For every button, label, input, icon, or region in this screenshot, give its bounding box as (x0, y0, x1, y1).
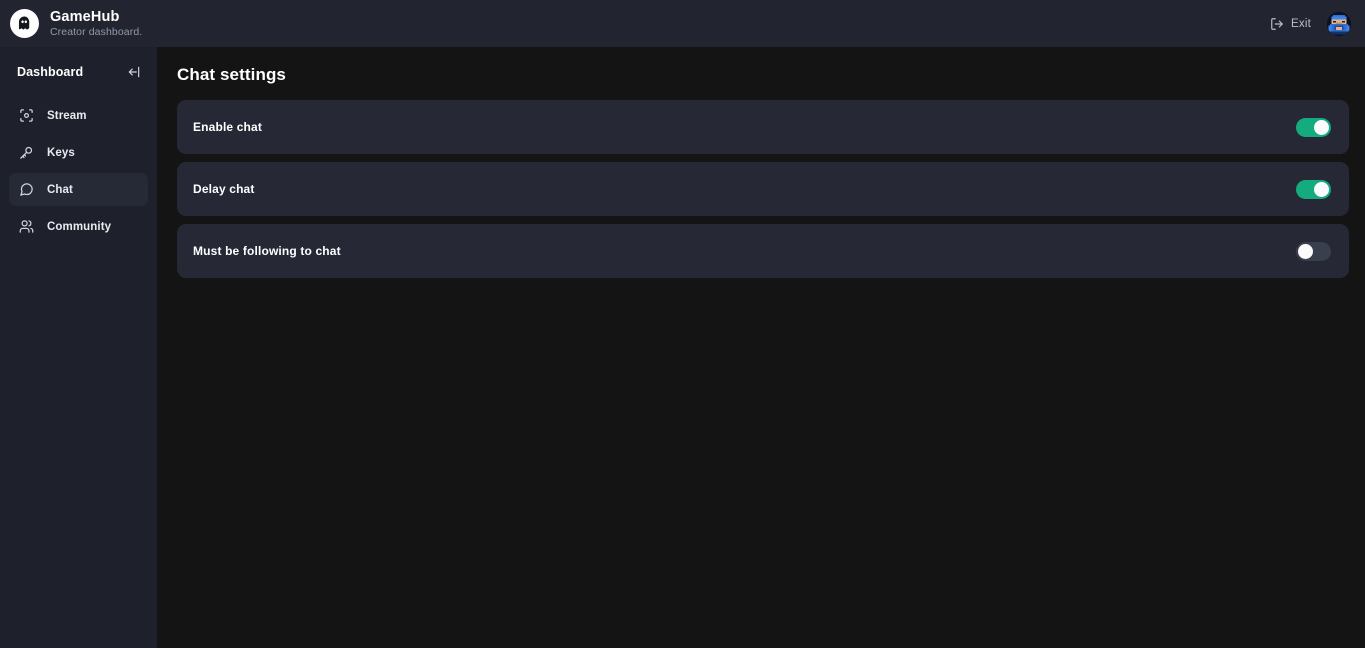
sidebar-item-label: Community (47, 220, 112, 233)
chat-settings-list: Enable chat Delay chat Must be following… (177, 100, 1349, 278)
main-content: Chat settings Enable chat Delay chat Mus… (157, 47, 1365, 648)
users-icon (19, 219, 34, 234)
page-title: Chat settings (177, 65, 286, 84)
sidebar-item-stream[interactable]: Stream (9, 99, 148, 132)
exit-button[interactable]: Exit (1268, 14, 1313, 34)
collapse-sidebar-icon[interactable] (125, 63, 143, 81)
key-icon (19, 145, 34, 160)
sidebar-item-community[interactable]: Community (9, 210, 148, 243)
toggle-enable-chat[interactable] (1296, 117, 1331, 137)
ghost-logo-icon (10, 9, 39, 38)
setting-row-must-be-following: Must be following to chat (177, 224, 1349, 278)
logout-icon (1270, 17, 1284, 31)
setting-row-delay-chat: Delay chat (177, 162, 1349, 216)
message-bubble-icon (19, 182, 34, 197)
brand: GameHub Creator dashboard. (10, 9, 142, 39)
setting-label: Delay chat (193, 182, 255, 196)
sidebar-header: Dashboard (9, 57, 148, 87)
top-bar: GameHub Creator dashboard. Exit (0, 0, 1365, 47)
toggle-knob (1314, 181, 1329, 197)
sidebar-item-label: Chat (47, 183, 73, 196)
focus-scan-icon (19, 108, 34, 123)
setting-row-enable-chat: Enable chat (177, 100, 1349, 154)
user-avatar-pixelart[interactable] (1327, 11, 1351, 36)
sidebar-item-keys[interactable]: Keys (9, 136, 148, 169)
sidebar-item-chat[interactable]: Chat (9, 173, 148, 206)
top-bar-actions: Exit (1268, 11, 1351, 36)
sidebar-item-label: Stream (47, 109, 87, 122)
setting-label: Enable chat (193, 120, 263, 134)
toggle-must-be-following[interactable] (1296, 241, 1331, 261)
setting-label: Must be following to chat (193, 244, 341, 258)
toggle-knob (1298, 243, 1313, 259)
sidebar: Dashboard Stream Keys Chat Community (0, 47, 157, 648)
app-title: GameHub (50, 8, 120, 25)
brand-text: GameHub Creator dashboard. (50, 9, 142, 39)
toggle-knob (1314, 119, 1329, 135)
app-subtitle: Creator dashboard. (50, 25, 143, 38)
exit-label: Exit (1291, 17, 1311, 30)
toggle-delay-chat[interactable] (1296, 179, 1331, 199)
sidebar-nav: Stream Keys Chat Community (9, 99, 148, 243)
sidebar-title: Dashboard (17, 65, 84, 79)
sidebar-item-label: Keys (47, 146, 75, 159)
